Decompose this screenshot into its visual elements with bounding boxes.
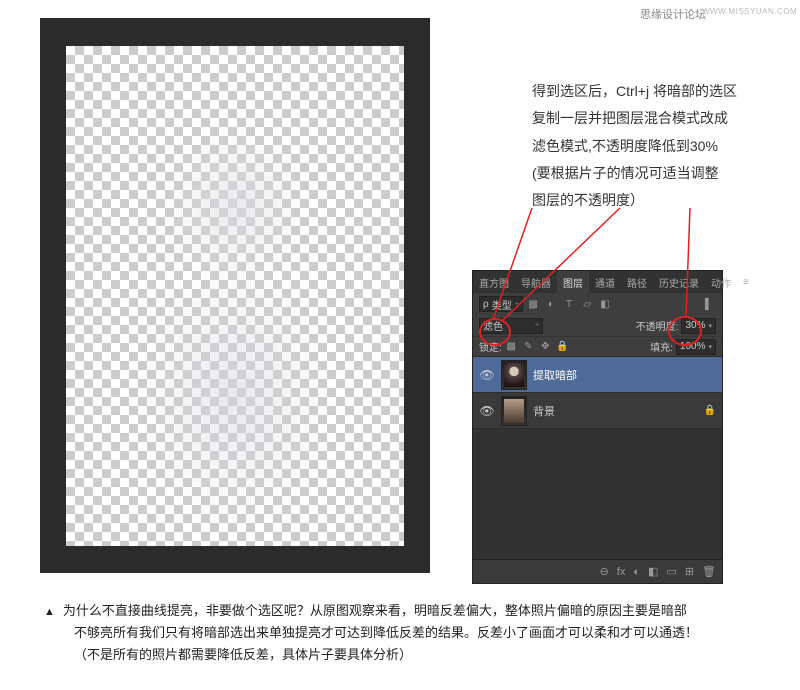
link-layers-icon[interactable]: ⊖ (600, 565, 609, 578)
instruction-text: 得到选区后，Ctrl+j 将暗部的选区 复制一层并把图层混合模式改成 滤色模式,… (532, 78, 772, 214)
layers-empty-area[interactable] (473, 429, 722, 559)
lock-icon[interactable]: 🔒 (704, 405, 716, 416)
filter-shape-icon[interactable]: ▱ (580, 297, 595, 312)
canvas-frame (40, 18, 430, 573)
filter-type-dropdown[interactable]: ρ 类型 ÷ (479, 296, 523, 312)
instruction-line: (要根据片子的情况可适当调整 (532, 160, 772, 187)
filter-row: ρ 类型 ÷ ▩ ◐ T ▱ ◧ ▌ (473, 293, 722, 315)
layer-name[interactable]: 提取暗部 (533, 367, 577, 383)
watermark-url: WWW.MISSYUAN.COM (702, 7, 797, 16)
layer-thumbnail[interactable] (501, 360, 527, 390)
layer-name[interactable]: 背景 (533, 403, 555, 419)
instruction-line: 得到选区后，Ctrl+j 将暗部的选区 (532, 78, 772, 105)
visibility-eye-icon[interactable]: 👁 (479, 404, 495, 418)
layers-list: 👁 提取暗部 👁 背景 🔒 (473, 357, 722, 429)
layer-thumbnail[interactable] (501, 396, 527, 426)
delete-layer-icon[interactable]: 🗑 (702, 565, 716, 578)
tab-channels[interactable]: 通道 (589, 271, 621, 294)
watermark-text: 思缘设计论坛 (640, 6, 706, 22)
lock-brush-icon[interactable]: ✎ (521, 339, 536, 354)
tab-history[interactable]: 历史记录 (653, 271, 705, 294)
tab-navigator[interactable]: 导航器 (515, 271, 557, 294)
fill-label: 填充: (650, 339, 673, 354)
lock-transparency-icon[interactable]: ▩ (504, 339, 519, 354)
ghost-layer-preview (66, 46, 404, 546)
blend-mode-dropdown[interactable]: 滤色÷ (479, 318, 543, 334)
layer-row-extracted-dark[interactable]: 👁 提取暗部 (473, 357, 722, 393)
panel-menu-icon[interactable]: ≡ (737, 275, 755, 290)
opacity-value-input[interactable]: 30%▾ (681, 318, 716, 334)
instruction-line: 滤色模式,不透明度降低到30% (532, 133, 772, 160)
tab-layers[interactable]: 图层 (557, 271, 589, 294)
triangle-bullet-icon: ▲ (44, 606, 55, 618)
lock-row: 锁定: ▩ ✎ ✥ 🔒 填充: 100%▾ (473, 337, 722, 357)
tab-actions[interactable]: 动作 (705, 271, 737, 294)
filter-pixel-icon[interactable]: ▩ (526, 297, 541, 312)
lock-all-icon[interactable]: 🔒 (555, 339, 570, 354)
filter-adjust-icon[interactable]: ◐ (544, 297, 559, 312)
caption-block: ▲为什么不直接曲线提亮，非要做个选区呢？从原图观察来看，明暗反差偏大，整体照片偏… (44, 600, 764, 666)
new-layer-icon[interactable]: ⊞ (685, 565, 694, 578)
tab-paths[interactable]: 路径 (621, 271, 653, 294)
layers-panel: 直方图 导航器 图层 通道 路径 历史记录 动作 ≡ ρ 类型 ÷ ▩ ◐ T … (472, 270, 723, 584)
caption-line: （不是所有的照片都需要降低反差，具体片子要具体分析） (44, 644, 764, 666)
opacity-label: 不透明度: (636, 318, 679, 333)
new-group-icon[interactable]: ▭ (666, 565, 676, 578)
canvas-transparency[interactable] (66, 46, 404, 546)
instruction-line: 图层的不透明度） (532, 187, 772, 214)
tab-histogram[interactable]: 直方图 (473, 271, 515, 294)
lock-label: 锁定: (479, 339, 502, 354)
filter-toggle-icon[interactable]: ▌ (701, 297, 716, 312)
caption-line: ▲为什么不直接曲线提亮，非要做个选区呢？从原图观察来看，明暗反差偏大，整体照片偏… (44, 600, 764, 622)
instruction-line: 复制一层并把图层混合模式改成 (532, 105, 772, 132)
visibility-eye-icon[interactable]: 👁 (479, 368, 495, 382)
fill-value-input[interactable]: 100%▾ (676, 339, 716, 355)
blend-row: 滤色÷ 不透明度: 30%▾ (473, 315, 722, 337)
caption-line: 不够亮所有我们只有将暗部选出来单独提亮才可达到降低反差的结果。反差小了画面才可以… (44, 622, 764, 644)
layer-fx-icon[interactable]: fx (617, 566, 626, 578)
filter-smart-icon[interactable]: ◧ (598, 297, 613, 312)
new-adjustment-icon[interactable]: ◧ (648, 565, 658, 578)
panel-tabs: 直方图 导航器 图层 通道 路径 历史记录 动作 ≡ (473, 271, 722, 293)
panel-footer: ⊖ fx ◐ ◧ ▭ ⊞ 🗑 (473, 559, 722, 583)
filter-text-icon[interactable]: T (562, 297, 577, 312)
layer-mask-icon[interactable]: ◐ (633, 566, 640, 578)
lock-move-icon[interactable]: ✥ (538, 339, 553, 354)
layer-row-background[interactable]: 👁 背景 🔒 (473, 393, 722, 429)
